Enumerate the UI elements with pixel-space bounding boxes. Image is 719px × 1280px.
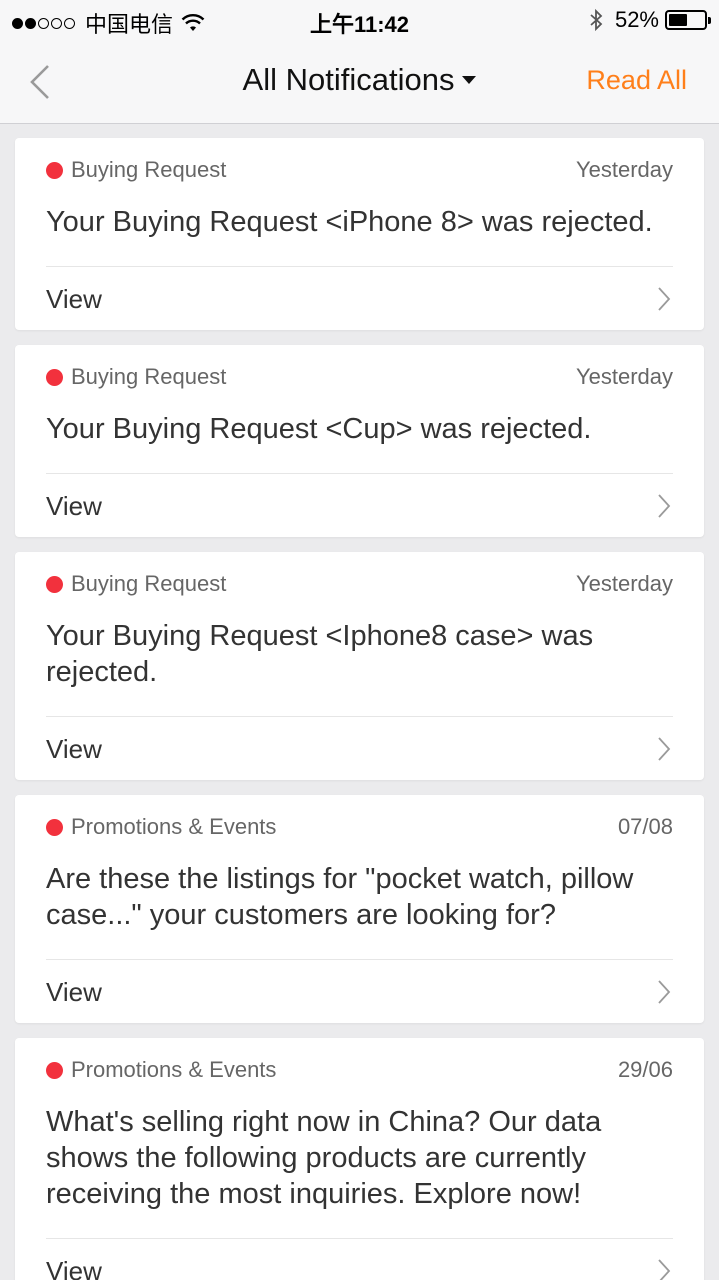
view-label: View bbox=[46, 284, 102, 314]
view-button[interactable]: View bbox=[46, 716, 673, 780]
notification-card[interactable]: Buying Request Yesterday Your Buying Reque… bbox=[15, 552, 704, 780]
chevron-right-icon bbox=[658, 737, 671, 761]
notification-date: 07/08 bbox=[617, 814, 673, 839]
status-right: 52% bbox=[589, 7, 711, 33]
notification-category: Promotions & Events bbox=[71, 1057, 277, 1082]
battery-icon bbox=[665, 10, 711, 30]
notification-category: Buying Request bbox=[71, 571, 227, 596]
notification-message: Your Buying Request <Cup> was rejected. bbox=[46, 413, 592, 445]
view-label: View bbox=[46, 491, 102, 521]
read-all-button[interactable]: Read All bbox=[586, 65, 687, 96]
notification-card[interactable]: Buying Request Yesterday Your Buying Reque… bbox=[15, 138, 704, 330]
view-label: View bbox=[46, 1256, 102, 1280]
notification-header: Buying Request Yesterday bbox=[46, 138, 673, 204]
notification-date: 29/06 bbox=[617, 1057, 673, 1082]
caret-down-icon bbox=[462, 75, 477, 84]
chevron-right-icon bbox=[658, 1259, 671, 1280]
notification-message: Your Buying Request <iPhone 8> was rejec… bbox=[46, 206, 653, 238]
chevron-right-icon bbox=[658, 494, 671, 518]
notification-header: Buying Request Yesterday bbox=[46, 345, 673, 411]
notification-date: Yesterday bbox=[575, 157, 673, 182]
notification-header: Promotions & Events 07/08 bbox=[46, 795, 673, 861]
unread-dot-icon bbox=[46, 162, 63, 179]
navigation-bar: All Notifications Read All bbox=[0, 40, 719, 124]
notification-header: Promotions & Events 29/06 bbox=[46, 1038, 673, 1104]
notification-category: Buying Request bbox=[71, 157, 227, 182]
notification-card[interactable]: Promotions & Events 29/06 What's selling r… bbox=[15, 1038, 704, 1280]
notification-message: Your Buying Request <Iphone8 case> was r… bbox=[46, 620, 594, 688]
unread-dot-icon bbox=[46, 576, 63, 593]
notification-category: Buying Request bbox=[71, 364, 227, 389]
status-bar: 中国电信 上午11:42 52% bbox=[0, 0, 719, 40]
notification-date: Yesterday bbox=[575, 571, 673, 596]
notification-card[interactable]: Promotions & Events 07/08 Are these the li… bbox=[15, 795, 704, 1023]
view-button[interactable]: View bbox=[46, 959, 673, 1023]
notification-header: Buying Request Yesterday bbox=[46, 552, 673, 618]
unread-dot-icon bbox=[46, 1062, 63, 1079]
page-title: All Notifications bbox=[242, 62, 455, 97]
notification-message: Are these the listings for "pocket watch… bbox=[46, 863, 634, 931]
bluetooth-icon bbox=[590, 8, 603, 32]
chevron-right-icon bbox=[658, 980, 671, 1004]
view-label: View bbox=[46, 734, 102, 764]
view-button[interactable]: View bbox=[46, 1238, 673, 1280]
chevron-right-icon bbox=[658, 287, 671, 311]
view-button[interactable]: View bbox=[46, 473, 673, 537]
unread-dot-icon bbox=[46, 369, 63, 386]
notification-date: Yesterday bbox=[575, 364, 673, 389]
view-label: View bbox=[46, 977, 102, 1007]
view-button[interactable]: View bbox=[46, 266, 673, 330]
notification-card[interactable]: Buying Request Yesterday Your Buying Reque… bbox=[15, 345, 704, 537]
battery-fill bbox=[669, 14, 687, 26]
battery-percentage: 52% bbox=[614, 7, 659, 32]
notification-category: Promotions & Events bbox=[71, 814, 277, 839]
notification-list: Buying Request Yesterday Your Buying Reque… bbox=[15, 138, 704, 1280]
unread-dot-icon bbox=[46, 819, 63, 836]
notification-message: What's selling right now in China? Our d… bbox=[46, 1106, 602, 1210]
